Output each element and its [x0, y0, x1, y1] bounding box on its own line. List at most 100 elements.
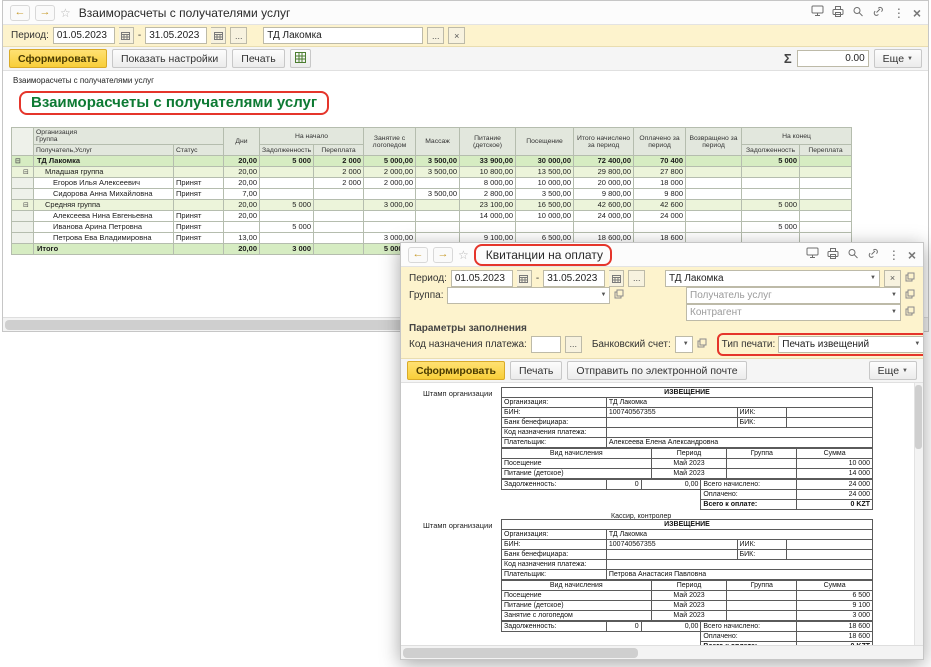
organization-clear-button[interactable]: ×: [448, 27, 465, 44]
favorite-star-icon[interactable]: ☆: [60, 6, 71, 20]
row-name-cell[interactable]: Средняя группа: [34, 200, 174, 211]
open-icon[interactable]: [697, 335, 707, 353]
row-value-cell[interactable]: [416, 222, 460, 233]
row-value-cell[interactable]: [314, 189, 364, 200]
table-row[interactable]: ⊟Младшая группа20,002 0002 000,003 500,0…: [12, 167, 852, 178]
open-icon[interactable]: [614, 286, 624, 304]
row-value-cell[interactable]: 7,00: [224, 189, 260, 200]
search-icon[interactable]: [847, 246, 859, 264]
autosum-icon[interactable]: Σ: [784, 51, 792, 66]
forward-button[interactable]: →: [433, 247, 453, 263]
print-button[interactable]: Печать: [232, 49, 284, 68]
row-value-cell[interactable]: 24 000,00: [574, 211, 634, 222]
row-value-cell[interactable]: 13,00: [224, 233, 260, 244]
row-status-cell[interactable]: [174, 156, 224, 167]
row-value-cell[interactable]: [686, 156, 742, 167]
row-name-cell[interactable]: Итого: [34, 244, 174, 255]
recipient-combo[interactable]: Получатель услуг▼: [686, 287, 901, 304]
open-icon[interactable]: [905, 303, 915, 321]
row-value-cell[interactable]: 27 800: [634, 167, 686, 178]
row-value-cell[interactable]: [574, 222, 634, 233]
row-value-cell[interactable]: [800, 200, 852, 211]
report-variants-button[interactable]: [290, 49, 311, 68]
close-icon[interactable]: ×: [908, 247, 916, 263]
row-value-cell[interactable]: [260, 178, 314, 189]
row-value-cell[interactable]: 8 000,00: [460, 178, 516, 189]
open-icon[interactable]: [905, 269, 915, 287]
payment-code-input[interactable]: [531, 336, 561, 353]
row-value-cell[interactable]: [634, 222, 686, 233]
row-value-cell[interactable]: [460, 222, 516, 233]
row-status-cell[interactable]: Принят: [174, 222, 224, 233]
row-value-cell[interactable]: 29 800,00: [574, 167, 634, 178]
organization-select-button[interactable]: ...: [427, 27, 444, 44]
row-status-cell[interactable]: [174, 244, 224, 255]
row-value-cell[interactable]: 33 900,00: [460, 156, 516, 167]
row-value-cell[interactable]: [742, 178, 800, 189]
table-row[interactable]: Сидорова Анна МихайловнаПринят7,003 500,…: [12, 189, 852, 200]
row-value-cell[interactable]: [686, 211, 742, 222]
back-button[interactable]: ←: [408, 247, 428, 263]
get-link-icon[interactable]: [872, 4, 885, 22]
scrollbar-thumb[interactable]: [915, 385, 922, 449]
row-value-cell[interactable]: 42 600: [634, 200, 686, 211]
open-in-main-window-icon[interactable]: [806, 246, 819, 264]
calendar-icon[interactable]: [119, 27, 134, 44]
open-in-main-window-icon[interactable]: [811, 4, 824, 22]
scrollbar-thumb[interactable]: [403, 648, 638, 658]
row-value-cell[interactable]: 3 500,00: [416, 189, 460, 200]
row-value-cell[interactable]: 72 400,00: [574, 156, 634, 167]
row-value-cell[interactable]: 10 000,00: [516, 211, 574, 222]
row-value-cell[interactable]: [314, 233, 364, 244]
more-menu-icon[interactable]: ⋮: [893, 6, 905, 20]
row-value-cell[interactable]: [260, 211, 314, 222]
payment-code-select-button[interactable]: ...: [565, 336, 582, 353]
row-value-cell[interactable]: [686, 178, 742, 189]
open-icon[interactable]: [905, 286, 915, 304]
more-button[interactable]: Еще▼: [874, 49, 922, 68]
row-value-cell[interactable]: 20,00: [224, 167, 260, 178]
row-value-cell[interactable]: [800, 211, 852, 222]
more-button[interactable]: Еще▼: [869, 361, 917, 380]
generate-button[interactable]: Сформировать: [407, 361, 505, 380]
row-value-cell[interactable]: 20,00: [224, 178, 260, 189]
back-button[interactable]: ←: [10, 5, 30, 21]
favorite-star-icon[interactable]: ☆: [458, 248, 469, 262]
get-link-icon[interactable]: [867, 246, 880, 264]
row-value-cell[interactable]: [742, 211, 800, 222]
row-value-cell[interactable]: 9 800,00: [574, 189, 634, 200]
row-value-cell[interactable]: [364, 189, 416, 200]
row-value-cell[interactable]: [224, 222, 260, 233]
row-value-cell[interactable]: [416, 178, 460, 189]
row-value-cell[interactable]: [314, 244, 364, 255]
collapse-icon[interactable]: ⊟: [15, 158, 21, 165]
counterparty-combo[interactable]: Контрагент▼: [686, 304, 901, 321]
row-value-cell[interactable]: 23 100,00: [460, 200, 516, 211]
search-icon[interactable]: [852, 4, 864, 22]
row-value-cell[interactable]: [800, 178, 852, 189]
row-value-cell[interactable]: 2 000: [314, 167, 364, 178]
row-value-cell[interactable]: 20,00: [224, 211, 260, 222]
row-value-cell[interactable]: 20,00: [224, 244, 260, 255]
print-button[interactable]: Печать: [510, 361, 562, 380]
row-value-cell[interactable]: 5 000: [742, 222, 800, 233]
organization-field[interactable]: ТД Лакомка: [263, 27, 423, 44]
table-row[interactable]: Иванова Арина ПетровнаПринят 5 000 5 000: [12, 222, 852, 233]
row-value-cell[interactable]: 5 000: [260, 222, 314, 233]
organization-combo[interactable]: ТД Лакомка▼: [665, 270, 880, 287]
row-value-cell[interactable]: 3 000,00: [364, 200, 416, 211]
period-from-input[interactable]: [451, 270, 513, 287]
row-status-cell[interactable]: Принят: [174, 211, 224, 222]
row-value-cell[interactable]: 18 000: [634, 178, 686, 189]
row-name-cell[interactable]: Егоров Илья Алексеевич: [34, 178, 174, 189]
show-settings-button[interactable]: Показать настройки: [112, 49, 227, 68]
row-value-cell[interactable]: [742, 189, 800, 200]
row-value-cell[interactable]: [260, 189, 314, 200]
row-value-cell[interactable]: [800, 156, 852, 167]
collapse-icon[interactable]: ⊟: [23, 169, 29, 176]
row-name-cell[interactable]: Иванова Арина Петровна: [34, 222, 174, 233]
calendar-icon[interactable]: [211, 27, 226, 44]
row-status-cell[interactable]: Принят: [174, 233, 224, 244]
row-status-cell[interactable]: [174, 200, 224, 211]
row-name-cell[interactable]: Алексеева Нина Евгеньевна: [34, 211, 174, 222]
